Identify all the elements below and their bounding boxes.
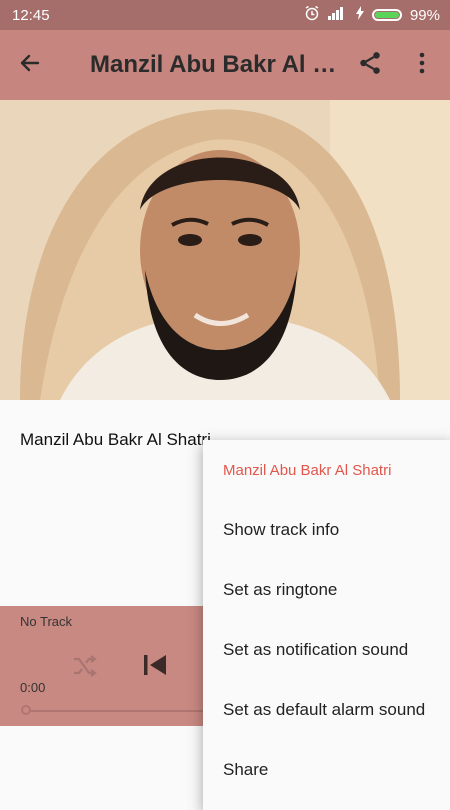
more-options-button[interactable] (402, 30, 442, 100)
seek-knob[interactable] (21, 705, 31, 715)
battery-icon (371, 9, 402, 21)
album-artwork (0, 100, 450, 400)
back-arrow-icon (18, 51, 42, 80)
status-icons: 99% (304, 5, 440, 25)
battery-percent: 99% (409, 6, 440, 24)
track-title: Manzil Abu Bakr Al Shatri (20, 430, 211, 449)
menu-item-show-track-info[interactable]: Show track info (203, 500, 450, 560)
back-button[interactable] (0, 30, 60, 100)
alarm-icon (304, 5, 320, 25)
menu-item-set-ringtone[interactable]: Set as ringtone (203, 560, 450, 620)
menu-item-set-notification-sound[interactable]: Set as notification sound (203, 620, 450, 680)
shuffle-button[interactable] (72, 654, 98, 683)
share-button[interactable] (350, 30, 390, 100)
now-playing-label: No Track (20, 614, 73, 629)
signal-icon (327, 6, 348, 24)
previous-button[interactable] (142, 653, 168, 682)
menu-header: Manzil Abu Bakr Al Shatri (223, 461, 392, 479)
elapsed-time: 0:00 (20, 680, 46, 695)
charging-icon (355, 6, 364, 24)
more-vert-icon (418, 51, 426, 80)
page-title: Manzil Abu Bakr Al Shatri (90, 51, 350, 78)
share-icon (357, 50, 383, 81)
skip-previous-icon (142, 655, 168, 681)
app-bar: Manzil Abu Bakr Al Shatri (0, 30, 450, 100)
seek-bar[interactable] (26, 710, 216, 712)
overflow-menu: Manzil Abu Bakr Al Shatri Show track inf… (203, 440, 450, 810)
status-bar: 12:45 99% (0, 0, 450, 30)
shuffle-icon (72, 655, 98, 682)
status-time: 12:45 (12, 6, 50, 24)
menu-item-share[interactable]: Share (203, 740, 450, 800)
menu-item-set-alarm-sound[interactable]: Set as default alarm sound (203, 680, 450, 740)
